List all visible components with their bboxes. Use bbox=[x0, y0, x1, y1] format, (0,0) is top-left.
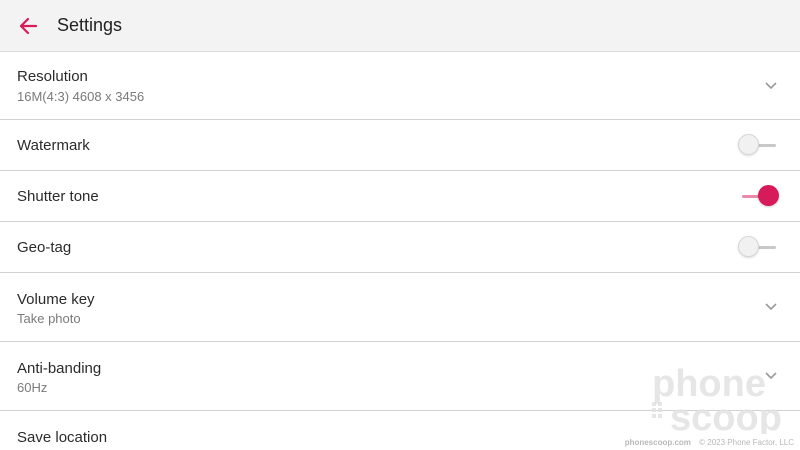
geo-tag-toggle[interactable] bbox=[738, 236, 780, 258]
chevron-down-icon bbox=[765, 82, 777, 90]
setting-label: Resolution bbox=[17, 68, 88, 85]
chevron-down-icon bbox=[765, 372, 777, 380]
toggle-thumb bbox=[758, 185, 779, 206]
watermark-credit: phonescoop.com © 2023 Phone Factor, LLC bbox=[625, 438, 794, 447]
watermark-copyright: © 2023 Phone Factor, LLC bbox=[699, 438, 794, 447]
setting-row-geo-tag[interactable]: Geo-tag bbox=[0, 222, 800, 273]
app-bar: Settings bbox=[0, 0, 800, 52]
setting-row-volume-key[interactable]: Volume key Take photo bbox=[0, 273, 800, 342]
arrow-left-icon bbox=[19, 17, 38, 35]
camera-settings-screen: Settings Resolution 16M(4:3) 4608 x 3456… bbox=[0, 0, 800, 450]
watermark-site: phonescoop.com bbox=[624, 438, 691, 447]
setting-value: Take photo bbox=[17, 311, 81, 326]
setting-label: Anti-banding bbox=[17, 360, 102, 377]
setting-row-resolution[interactable]: Resolution 16M(4:3) 4608 x 3456 bbox=[0, 52, 800, 120]
watermark-toggle[interactable] bbox=[738, 134, 780, 156]
setting-row-shutter-tone[interactable]: Shutter tone bbox=[0, 171, 800, 222]
setting-value: 16M(4:3) 4608 x 3456 bbox=[17, 89, 145, 104]
shutter-tone-toggle[interactable] bbox=[738, 185, 780, 207]
setting-label: Shutter tone bbox=[17, 188, 99, 205]
toggle-thumb bbox=[738, 134, 759, 155]
chevron-down-icon bbox=[765, 303, 777, 311]
setting-label: Save location bbox=[17, 429, 108, 446]
setting-label: Volume key bbox=[17, 291, 95, 308]
page-title: Settings bbox=[57, 15, 123, 35]
back-button[interactable] bbox=[12, 10, 44, 42]
setting-row-anti-banding[interactable]: Anti-banding 60Hz bbox=[0, 342, 800, 411]
toggle-thumb bbox=[738, 236, 759, 257]
setting-label: Watermark bbox=[17, 137, 90, 154]
setting-row-watermark[interactable]: Watermark bbox=[0, 120, 800, 171]
setting-value: 60Hz bbox=[17, 380, 48, 395]
setting-label: Geo-tag bbox=[17, 239, 72, 256]
